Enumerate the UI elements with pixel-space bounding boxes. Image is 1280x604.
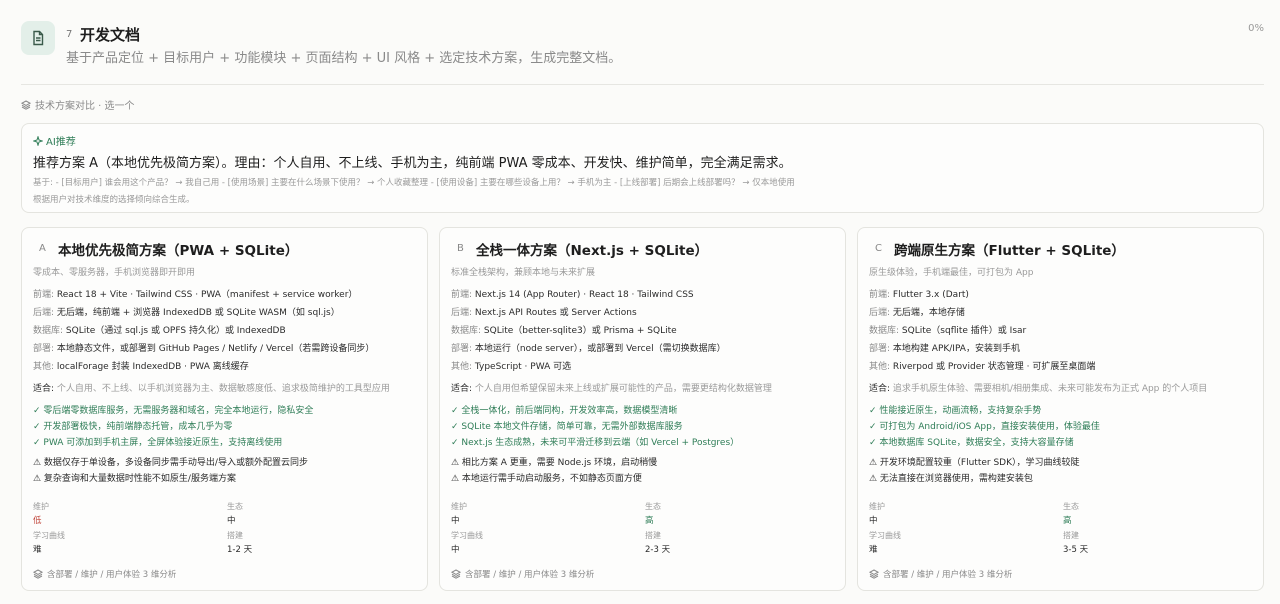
fit-text: 适合: 个人自用但希望保留未来上线或扩展可能性的产品，需要更结构化数据管理	[451, 384, 772, 394]
step-number: 7	[66, 29, 73, 40]
metric-setup: 搭建 2-3 天	[645, 531, 671, 555]
card-desc: 零成本、零服务器，手机浏览器即开即用	[33, 268, 196, 278]
layers-icon	[21, 99, 31, 110]
con-item: ⚠ 无法直接在浏览器使用，需构建安装包	[869, 474, 1033, 484]
metric-learning-curve: 学习曲线难	[869, 531, 901, 555]
ai-main-text: 推荐方案 A（本地优先极简方案）。理由：个人自用、不上线、手机为主，纯前端 PW…	[33, 156, 792, 171]
card-desc: 原生级体验，手机端最佳，可打包为 App	[869, 268, 1034, 278]
card-letter: A	[39, 243, 46, 254]
metric-maintenance: 维护低	[33, 502, 49, 526]
metric-maintenance: 维护中	[869, 502, 885, 526]
tech-deploy: 部署: 本地运行（node server），或部署到 Vercel（需切换数据库…	[451, 344, 726, 354]
page-title: 开发文档	[80, 26, 141, 44]
con-item: ⚠ 相比方案 A 更重，需要 Node.js 环境，启动稍慢	[451, 458, 658, 468]
tech-backend: 后端: 无后端，本地存储	[869, 308, 965, 318]
pro-item: ✓ Next.js 生态成熟，未来可平滑迁移到云端（如 Vercel + Pos…	[451, 438, 740, 448]
pro-item: ✓ 性能接近原生，动画流畅，支持复杂手势	[869, 406, 1042, 416]
tech-other: 其他: Riverpod 或 Provider 状态管理 · 可扩展至桌面端	[869, 362, 1096, 372]
layers-icon	[869, 569, 879, 579]
tech-database: 数据库: SQLite（better-sqlite3）或 Prisma + SQ…	[451, 326, 677, 336]
ai-tag-label: AI推荐	[46, 137, 76, 148]
layers-icon	[33, 569, 43, 579]
plan-card-c[interactable]: C 跨端原生方案（Flutter + SQLite） 原生级体验，手机端最佳，可…	[857, 227, 1264, 591]
pro-item: ✓ 全栈一体化，前后端同构，开发效率高，数据模型清晰	[451, 406, 678, 416]
card-footer: 含部署 / 维护 / 用户体验 3 维分析	[33, 568, 176, 580]
tech-database: 数据库: SQLite（sqflite 插件）或 Isar	[869, 326, 1027, 336]
tech-database: 数据库: SQLite（通过 sql.js 或 OPFS 持久化）或 Index…	[33, 326, 286, 336]
card-title: 跨端原生方案（Flutter + SQLite）	[894, 243, 1125, 259]
card-title: 全栈一体方案（Next.js + SQLite）	[476, 243, 709, 259]
tech-frontend: 前端: Flutter 3.x (Dart)	[869, 290, 969, 300]
metric-learning-curve: 学习曲线难	[33, 531, 65, 555]
page-subtitle: 基于产品定位 + 目标用户 + 功能模块 + 页面结构 + UI 风格 + 选定…	[66, 51, 622, 66]
page-header: 7 开发文档 基于产品定位 + 目标用户 + 功能模块 + 页面结构 + UI …	[21, 20, 1264, 80]
document-icon	[21, 21, 55, 55]
tech-deploy: 部署: 本地构建 APK/IPA，安装到手机	[869, 344, 1020, 354]
metric-learning-curve: 学习曲线中	[451, 531, 483, 555]
divider	[21, 84, 1264, 85]
fit-text: 适合: 追求手机原生体验、需要相机/相册集成、未来可能发布为正式 App 的个人…	[869, 384, 1208, 394]
pro-item: ✓ 本地数据库 SQLite，数据安全，支持大容量存储	[869, 438, 1074, 448]
card-footer: 含部署 / 维护 / 用户体验 3 维分析	[451, 568, 594, 580]
metric-setup: 搭建 3-5 天	[1063, 531, 1089, 555]
tech-other: 其他: TypeScript · PWA 可选	[451, 362, 572, 372]
tech-deploy: 部署: 本地静态文件，或部署到 GitHub Pages / Netlify /…	[33, 344, 375, 354]
sparkle-icon	[33, 135, 43, 146]
ai-tag: AI推荐	[33, 133, 76, 148]
pro-item: ✓ 零后端零数据库服务，无需服务器和域名，完全本地运行，隐私安全	[33, 406, 314, 416]
ai-recommendation: AI推荐 推荐方案 A（本地优先极简方案）。理由：个人自用、不上线、手机为主，纯…	[21, 123, 1264, 213]
card-footer: 含部署 / 维护 / 用户体验 3 维分析	[869, 568, 1012, 580]
section-label-text: 技术方案对比 · 选一个	[35, 101, 135, 112]
fit-text: 适合: 个人自用、不上线、以手机浏览器为主、数据敏感度低、追求极简维护的工具型应…	[33, 384, 390, 394]
metrics-grid: 维护中 生态高 学习曲线难 搭建 3-5 天	[869, 501, 1254, 561]
card-letter: C	[875, 243, 882, 254]
progress-percent: 0%	[1248, 23, 1264, 34]
tech-frontend: 前端: React 18 + Vite · Tailwind CSS · PWA…	[33, 290, 358, 300]
pro-item: ✓ PWA 可添加到手机主屏，全屏体验接近原生，支持离线使用	[33, 438, 283, 448]
con-item: ⚠ 复杂查询和大量数据时性能不如原生/服务端方案	[33, 474, 236, 484]
ai-basis-text: 基于: - [目标用户] 谁会用这个产品？ → 我自己用 - [使用场景] 主要…	[33, 178, 795, 188]
card-desc: 标准全栈架构，兼顾本地与未来扩展	[451, 268, 596, 278]
card-letter: B	[457, 243, 464, 254]
con-item: ⚠ 本地运行需手动启动服务，不如静态页面方便	[451, 474, 642, 484]
metric-ecosystem: 生态高	[645, 502, 661, 526]
pro-item: ✓ 开发部署极快，纯前端静态托管，成本几乎为零	[33, 422, 233, 432]
tech-backend: 后端: 无后端，纯前端 + 浏览器 IndexedDB 或 SQLite WAS…	[33, 308, 340, 318]
metrics-grid: 维护中 生态高 学习曲线中 搭建 2-3 天	[451, 501, 836, 561]
tech-other: 其他: localForage 封装 IndexedDB · PWA 离线缓存	[33, 362, 249, 372]
plan-card-b[interactable]: B 全栈一体方案（Next.js + SQLite） 标准全栈架构，兼顾本地与未…	[439, 227, 846, 591]
card-title: 本地优先极简方案（PWA + SQLite）	[58, 243, 299, 259]
con-item: ⚠ 数据仅存于单设备，多设备同步需手动导出/导入或额外配置云同步	[33, 458, 308, 468]
metric-setup: 搭建 1-2 天	[227, 531, 253, 555]
plan-card-a[interactable]: A 本地优先极简方案（PWA + SQLite） 零成本、零服务器，手机浏览器即…	[21, 227, 428, 591]
metric-ecosystem: 生态高	[1063, 502, 1079, 526]
pro-item: ✓ 可打包为 Android/iOS App，直接安装使用，体验最佳	[869, 422, 1100, 432]
ai-note-text: 根据用户对技术维度的选择倾向综合生成。	[33, 195, 195, 205]
tech-frontend: 前端: Next.js 14 (App Router) · React 18 ·…	[451, 290, 694, 300]
tech-backend: 后端: Next.js API Routes 或 Server Actions	[451, 308, 637, 318]
section-label: 技术方案对比 · 选一个	[21, 97, 135, 112]
metrics-grid: 维护低 生态中 学习曲线难 搭建 1-2 天	[33, 501, 418, 561]
con-item: ⚠ 开发环境配置较重（Flutter SDK），学习曲线较陡	[869, 458, 1080, 468]
metric-ecosystem: 生态中	[227, 502, 243, 526]
pro-item: ✓ SQLite 本地文件存储，简单可靠，无需外部数据库服务	[451, 422, 683, 432]
metric-maintenance: 维护中	[451, 502, 467, 526]
layers-icon	[451, 569, 461, 579]
